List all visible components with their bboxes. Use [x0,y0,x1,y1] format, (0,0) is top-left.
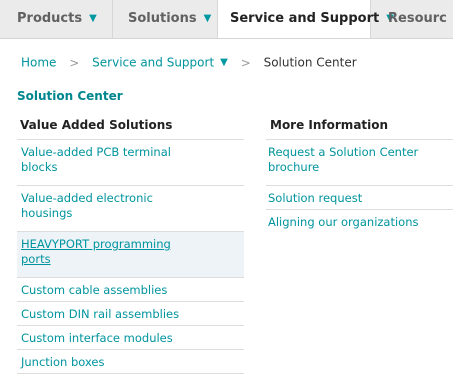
nav-tab-service-and-support[interactable]: Service and Support ▼ [218,0,394,38]
list-item-heavyport-programming-ports[interactable]: HEAVYPORT programming ports [17,232,244,278]
chevron-down-icon[interactable]: ▼ [220,57,228,68]
list-item-label: Request a Solution Center brochure [268,145,419,174]
chevron-down-icon: ▼ [89,13,97,24]
more-information-heading: More Information [270,118,389,132]
list-item-value-added-pcb-terminal-blocks[interactable]: Value-added PCB terminal blocks [17,140,244,186]
nav-tab-products[interactable]: Products ▼ [0,0,113,38]
nav-tab-solutions-label: Solutions [128,11,197,26]
list-item-label: Junction boxes [21,355,105,369]
list-item-aligning-organizations[interactable]: Aligning our organizations [266,210,453,234]
list-item-solution-request[interactable]: Solution request [266,186,453,210]
list-item-label: HEAVYPORT programming ports [21,237,171,266]
list-item-value-added-electronic-housings[interactable]: Value-added electronic housings [17,186,244,232]
list-item-label: Value-added electronic housings [21,191,153,220]
list-item-label: Value-added PCB terminal blocks [21,145,171,174]
list-item-label: Custom DIN rail assemblies [21,307,180,321]
breadcrumb-home-link[interactable]: Home [21,56,56,70]
list-item-label: Solution request [268,191,363,205]
breadcrumb-current: Solution Center [263,55,357,70]
list-item-custom-din-rail-assemblies[interactable]: Custom DIN rail assemblies [17,302,244,326]
more-information-list: Request a Solution Center brochure Solut… [266,139,453,234]
nav-tab-resources-label: Resourc [388,11,447,26]
list-item-custom-interface-modules[interactable]: Custom interface modules [17,326,244,350]
list-item-label: Aligning our organizations [268,215,419,229]
nav-tab-products-label: Products [17,11,83,26]
list-item-label: Custom interface modules [21,331,173,345]
main-navigation: Products ▼ Solutions ▼ Service and Support… [0,0,453,39]
list-item-junction-boxes[interactable]: Junction boxes [17,350,244,374]
chevron-down-icon: ▼ [203,13,212,24]
page-title: Solution Center [17,89,123,103]
list-item-label: Custom cable assemblies [21,283,168,297]
value-added-solutions-heading: Value Added Solutions [20,118,173,132]
breadcrumb-service-link[interactable]: Service and Support [92,56,214,70]
value-added-solutions-list: Value-added PCB terminal blocks Value-ad… [17,139,244,374]
breadcrumb: Home > Service and Support ▼ > Solution C… [21,55,357,70]
chevron-right-icon: > [240,55,251,70]
nav-tab-solutions[interactable]: Solutions ▼ [113,0,218,38]
nav-tab-service-label: Service and Support [230,11,380,26]
list-item-custom-cable-assemblies[interactable]: Custom cable assemblies [17,278,244,302]
nav-tab-resources[interactable]: Resourc [371,0,453,38]
chevron-right-icon: > [69,55,80,70]
list-item-request-brochure[interactable]: Request a Solution Center brochure [266,140,453,186]
